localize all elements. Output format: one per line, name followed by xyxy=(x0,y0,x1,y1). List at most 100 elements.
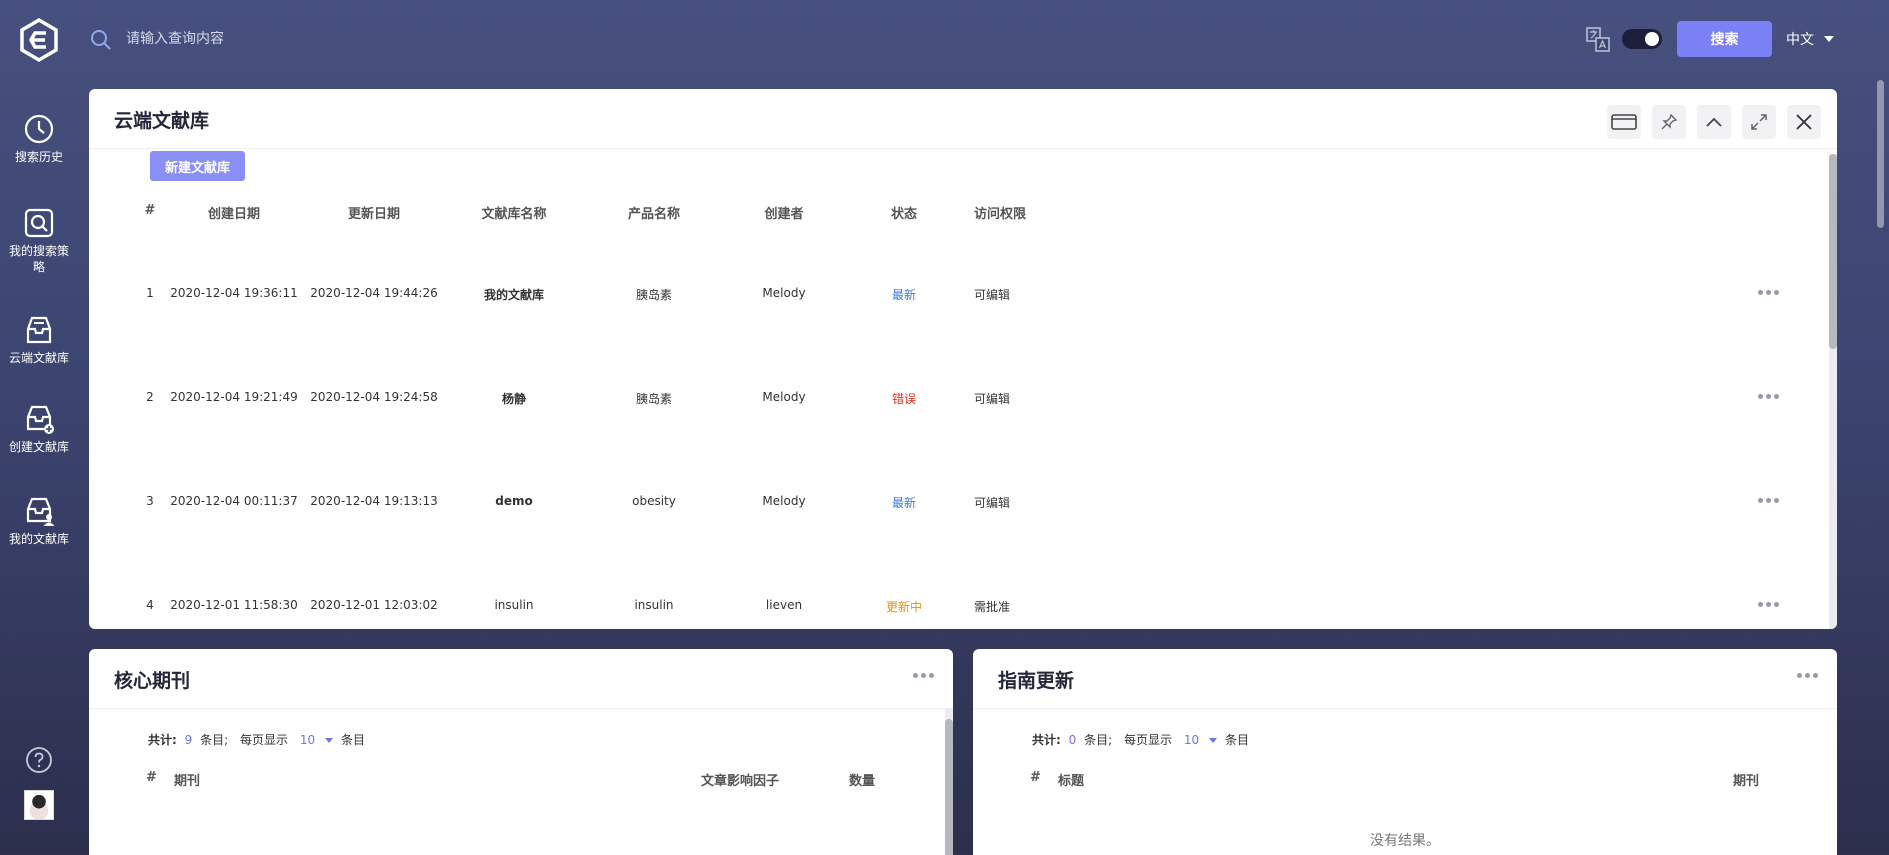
per-page-select[interactable]: 10 xyxy=(292,733,337,747)
column-header-title[interactable]: 标题 xyxy=(1058,770,1084,789)
user-avatar[interactable] xyxy=(24,790,54,820)
column-header-product[interactable]: 产品名称 xyxy=(628,203,680,222)
cell-creator: Melody xyxy=(762,494,806,508)
total-label: 共计: xyxy=(148,733,177,747)
clock-icon xyxy=(24,114,54,144)
per-page-select[interactable]: 10 xyxy=(1176,733,1221,747)
cell-created: 2020-12-04 19:21:49 xyxy=(170,390,298,404)
pin-button[interactable] xyxy=(1652,105,1686,139)
language-select[interactable]: 中文 xyxy=(1786,29,1834,49)
column-header-status[interactable]: 状态 xyxy=(891,203,917,222)
caret-down-icon xyxy=(1209,738,1218,743)
row-more-icon[interactable] xyxy=(1758,602,1782,612)
new-library-button[interactable]: 新建文献库 xyxy=(150,151,245,181)
panel-more-icon[interactable] xyxy=(913,673,937,683)
cell-name[interactable]: insulin xyxy=(494,598,533,612)
sidebar-item-create-library[interactable]: 创建文献库 xyxy=(0,403,78,455)
cell-creator: lieven xyxy=(765,598,803,612)
column-header-impact[interactable]: 文章影响因子 xyxy=(701,770,779,789)
per-page-value: 10 xyxy=(299,733,316,747)
column-header-created[interactable]: 创建日期 xyxy=(208,203,260,222)
items-unit: 条目; xyxy=(1084,733,1113,747)
column-header-journal[interactable]: 期刊 xyxy=(1733,770,1759,789)
search-strategy-icon xyxy=(24,208,54,238)
sidebar-item-label: 我的文献库 xyxy=(8,532,69,546)
column-header-journal[interactable]: 期刊 xyxy=(174,770,200,789)
cell-name[interactable]: 杨静 xyxy=(502,390,526,407)
per-page-unit: 条目 xyxy=(340,733,365,747)
journal-scrollbar[interactable] xyxy=(945,709,953,855)
sidebar-item-search-history[interactable]: 搜索历史 xyxy=(0,113,78,165)
sidebar-item-cloud-library[interactable]: 云端文献库 xyxy=(0,314,78,366)
row-more-icon[interactable] xyxy=(1758,498,1782,508)
sidebar-item-label: 搜索历史 xyxy=(14,150,63,164)
pagination-info: 共计: 0 条目; 每页显示 10 条目 xyxy=(1032,731,1249,748)
search-button[interactable]: 搜索 xyxy=(1677,21,1772,57)
panel-title: 核心期刊 xyxy=(114,670,191,692)
search-icon[interactable] xyxy=(90,29,112,51)
core-journals-panel: 核心期刊 共计: 9 条目; 每页显示 10 条目 # 期刊 文章影响因子 数量 xyxy=(89,649,953,855)
column-header-creator[interactable]: 创建者 xyxy=(764,203,803,222)
status-badge: 最新 xyxy=(891,496,917,510)
chevron-up-icon xyxy=(1706,117,1722,127)
status-badge: 错误 xyxy=(891,392,917,406)
language-label: 中文 xyxy=(1786,32,1814,48)
scrollbar-thumb[interactable] xyxy=(945,719,953,855)
column-header-access[interactable]: 访问权限 xyxy=(974,203,1026,222)
help-icon[interactable] xyxy=(25,746,53,774)
per-page-label: 每页显示 xyxy=(239,733,288,747)
cell-access: 可编辑 xyxy=(974,288,1011,302)
row-more-icon[interactable] xyxy=(1758,290,1782,300)
panel-header: 指南更新 xyxy=(973,649,1837,709)
translate-icon[interactable] xyxy=(1586,27,1610,53)
panel-header: 云端文献库 xyxy=(89,89,1837,149)
cell-access: 需批准 xyxy=(974,600,1011,614)
total-count: 0 xyxy=(1068,733,1077,747)
sidebar-item-label: 我的搜索策略 xyxy=(8,244,69,274)
sidebar-item-my-library[interactable]: 我的文献库 xyxy=(0,495,78,547)
column-header-name[interactable]: 文献库名称 xyxy=(481,203,546,222)
cell-updated: 2020-12-01 12:03:02 xyxy=(310,598,438,612)
pin-icon xyxy=(1661,113,1678,130)
cell-updated: 2020-12-04 19:44:26 xyxy=(310,286,438,300)
caret-down-icon xyxy=(1824,36,1834,42)
sidebar-item-label: 创建文献库 xyxy=(8,440,69,454)
cloud-library-panel: 云端文献库 新建文献库 # 创建日期 更新日期 文献库名称 产品名称 创建者 状… xyxy=(89,89,1837,629)
close-button[interactable] xyxy=(1787,105,1821,139)
cell-created: 2020-12-04 19:36:11 xyxy=(170,286,298,300)
theme-toggle[interactable] xyxy=(1622,29,1662,49)
table-scrollbar-thumb[interactable] xyxy=(1829,154,1837,349)
status-badge: 最新 xyxy=(891,288,917,302)
sidebar-item-search-strategy[interactable]: 我的搜索策略 xyxy=(0,207,78,275)
column-header-count[interactable]: 数量 xyxy=(849,770,875,789)
layout-button[interactable] xyxy=(1607,105,1641,139)
toggle-knob xyxy=(1645,32,1659,46)
cell-product: 胰岛素 xyxy=(635,392,673,406)
app-logo-icon[interactable] xyxy=(19,18,59,62)
inbox-icon xyxy=(26,316,52,344)
total-count: 9 xyxy=(184,733,193,747)
per-page-label: 每页显示 xyxy=(1123,733,1172,747)
per-page-unit: 条目 xyxy=(1224,733,1249,747)
row-more-icon[interactable] xyxy=(1758,394,1782,404)
cell-product: insulin xyxy=(634,598,674,612)
panel-header: 核心期刊 xyxy=(89,649,953,709)
panel-more-icon[interactable] xyxy=(1797,673,1821,683)
cell-updated: 2020-12-04 19:13:13 xyxy=(310,494,438,508)
expand-button[interactable] xyxy=(1742,105,1776,139)
status-badge: 更新中 xyxy=(885,600,923,614)
search-input[interactable] xyxy=(126,24,726,54)
create-library-icon xyxy=(26,405,54,434)
cell-name[interactable]: 我的文献库 xyxy=(484,286,544,303)
cell-product: obesity xyxy=(632,494,676,508)
cell-created: 2020-12-04 00:11:37 xyxy=(170,494,298,508)
sidebar: 搜索历史 我的搜索策略 云端文献库 创建文献库 我的文献库 xyxy=(0,0,78,855)
cell-access: 可编辑 xyxy=(974,392,1011,406)
expand-icon xyxy=(1751,114,1767,130)
caret-down-icon xyxy=(325,738,334,743)
column-header-updated[interactable]: 更新日期 xyxy=(348,203,400,222)
collapse-button[interactable] xyxy=(1697,105,1731,139)
cell-name[interactable]: demo xyxy=(495,494,532,508)
column-header-index: # xyxy=(1030,770,1041,785)
page-scrollbar-thumb[interactable] xyxy=(1877,80,1884,228)
